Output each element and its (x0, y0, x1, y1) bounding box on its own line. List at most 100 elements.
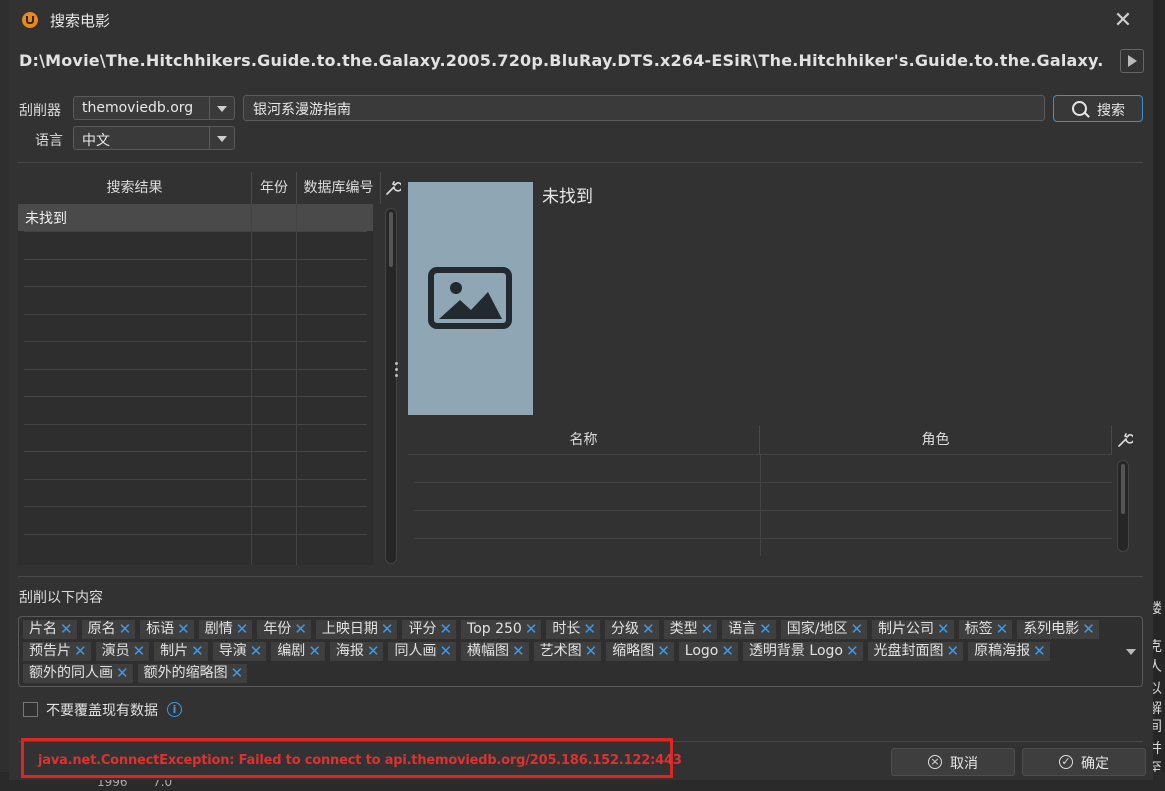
chevron-down-icon[interactable] (1126, 649, 1136, 655)
scrape-tag: 演员 ✕ (95, 642, 150, 661)
remove-tag-icon[interactable]: ✕ (308, 642, 321, 661)
row-divider (414, 482, 1112, 483)
scrape-tag: 额外的缩略图 ✕ (137, 664, 248, 683)
remove-tag-icon[interactable]: ✕ (236, 620, 249, 639)
remove-tag-icon[interactable]: ✕ (996, 620, 1009, 639)
search-button[interactable]: 搜索 (1053, 95, 1143, 122)
scrape-tag: 原名 ✕ (81, 620, 136, 639)
error-message: java.net.ConnectException: Failed to con… (38, 753, 682, 768)
tag-label: 艺术图 (539, 643, 582, 659)
remove-tag-icon[interactable]: ✕ (701, 620, 714, 639)
tag-label: 原名 (87, 621, 116, 637)
remove-tag-icon[interactable]: ✕ (250, 642, 263, 661)
play-button[interactable] (1120, 49, 1144, 73)
wrench-icon[interactable] (1115, 431, 1133, 449)
remove-tag-icon[interactable]: ✕ (119, 620, 132, 639)
tag-label: 同人画 (394, 643, 437, 659)
chevron-down-icon[interactable] (209, 97, 234, 119)
scraper-label: 刮削器 (19, 103, 61, 119)
row-divider (414, 538, 1112, 539)
cast-scrollbar[interactable] (1117, 460, 1129, 552)
remove-tag-icon[interactable]: ✕ (937, 620, 950, 639)
remove-tag-icon[interactable]: ✕ (231, 664, 244, 683)
remove-tag-icon[interactable]: ✕ (525, 620, 538, 639)
remove-tag-icon[interactable]: ✕ (512, 642, 525, 661)
tag-label: 系列电影 (1023, 621, 1080, 637)
scrape-tag: 剧情 ✕ (198, 620, 253, 639)
row-divider (24, 368, 367, 370)
remove-tag-icon[interactable]: ✕ (642, 620, 655, 639)
remove-tag-icon[interactable]: ✕ (439, 620, 452, 639)
scrollbar-thumb[interactable] (1121, 464, 1125, 514)
language-select[interactable]: 中文 (73, 126, 235, 150)
scrape-tag: 透明背景 Logo ✕ (742, 642, 863, 661)
cancel-button[interactable]: × 取消 (891, 748, 1015, 776)
remove-tag-icon[interactable]: ✕ (947, 642, 960, 661)
column-header-db-id[interactable]: 数据库编号 (297, 172, 381, 204)
tag-label: 额外的缩略图 (143, 665, 228, 681)
results-scrollbar[interactable] (385, 208, 397, 564)
scrape-tags-field[interactable]: 片名 ✕ 原名 ✕ 标语 ✕ 剧情 ✕ 年份 ✕ 上映日期 ✕ 评分 ✕ Top 250 ✕ 时长 ✕ 分级 ✕ 类型 ✕… (18, 616, 1143, 687)
remove-tag-icon[interactable]: ✕ (294, 620, 307, 639)
tag-label: 年份 (263, 621, 292, 637)
info-icon[interactable]: i (167, 702, 182, 717)
ok-button[interactable]: ✓ 确定 (1022, 748, 1146, 776)
scrollbar-thumb[interactable] (389, 212, 393, 267)
search-button-label: 搜索 (1097, 103, 1125, 119)
remove-tag-icon[interactable]: ✕ (846, 642, 859, 661)
remove-tag-icon[interactable]: ✕ (133, 642, 146, 661)
dialog-title: 搜索电影 (50, 12, 111, 30)
scrape-tag: Logo ✕ (678, 642, 738, 661)
remove-tag-icon[interactable]: ✕ (657, 642, 670, 661)
remove-tag-icon[interactable]: ✕ (1033, 642, 1046, 661)
remove-tag-icon[interactable]: ✕ (439, 642, 452, 661)
row-divider (24, 423, 367, 425)
remove-tag-icon[interactable]: ✕ (60, 620, 73, 639)
close-button[interactable]: ✕ (1110, 8, 1136, 34)
table-row[interactable]: 未找到 (18, 204, 373, 231)
movie-title: 未找到 (542, 187, 593, 207)
remove-tag-icon[interactable]: ✕ (74, 642, 87, 661)
scraper-select[interactable]: themoviedb.org (73, 96, 235, 120)
remove-tag-icon[interactable]: ✕ (1082, 620, 1095, 639)
file-path: D:\Movie\The.Hitchhikers.Guide.to.the.Ga… (19, 51, 1104, 70)
scrape-tag: 预告片 ✕ (23, 642, 91, 661)
scrape-tag: 上映日期 ✕ (315, 620, 398, 639)
remove-tag-icon[interactable]: ✕ (177, 620, 190, 639)
chevron-down-icon[interactable] (209, 127, 234, 149)
row-divider (24, 533, 367, 535)
scrape-tag: 语言 ✕ (722, 620, 776, 639)
wrench-icon[interactable] (383, 179, 401, 197)
column-header-name[interactable]: 名称 (408, 426, 760, 454)
tag-label: 标签 (964, 621, 993, 637)
remove-tag-icon[interactable]: ✕ (191, 642, 204, 661)
scrape-tag: 艺术图 ✕ (533, 642, 602, 661)
remove-tag-icon[interactable]: ✕ (367, 642, 380, 661)
results-table[interactable]: 搜索结果 年份 数据库编号 未找到 (18, 172, 401, 565)
scrape-tag: 额外的同人画 ✕ (23, 664, 133, 683)
remove-tag-icon[interactable]: ✕ (759, 620, 772, 639)
column-header-year[interactable]: 年份 (252, 172, 297, 204)
scrape-tag: Top 250 ✕ (461, 620, 542, 639)
column-header-result[interactable]: 搜索结果 (18, 172, 252, 204)
scrape-tag: 片名 ✕ (23, 620, 77, 639)
splitter-handle[interactable] (395, 362, 398, 380)
tag-label: 缩略图 (612, 643, 655, 659)
remove-tag-icon[interactable]: ✕ (721, 642, 734, 661)
remove-tag-icon[interactable]: ✕ (583, 620, 596, 639)
remove-tag-icon[interactable]: ✕ (381, 620, 394, 639)
row-divider (24, 506, 367, 507)
remove-tag-icon[interactable]: ✕ (585, 642, 598, 661)
tag-label: Top 250 (467, 621, 522, 637)
tag-label: 预告片 (29, 643, 71, 659)
image-icon (428, 267, 512, 329)
tag-label: 制片公司 (878, 621, 935, 637)
remove-tag-icon[interactable]: ✕ (116, 664, 129, 683)
cast-table[interactable]: 名称 角色 (408, 426, 1112, 556)
scrape-tag: 标语 ✕ (140, 620, 194, 639)
result-title: 未找到 (25, 211, 67, 227)
search-input[interactable]: 银河系漫游指南 (243, 95, 1045, 121)
column-header-role[interactable]: 角色 (760, 426, 1112, 454)
remove-tag-icon[interactable]: ✕ (850, 620, 863, 639)
no-overwrite-checkbox[interactable] (23, 702, 38, 717)
